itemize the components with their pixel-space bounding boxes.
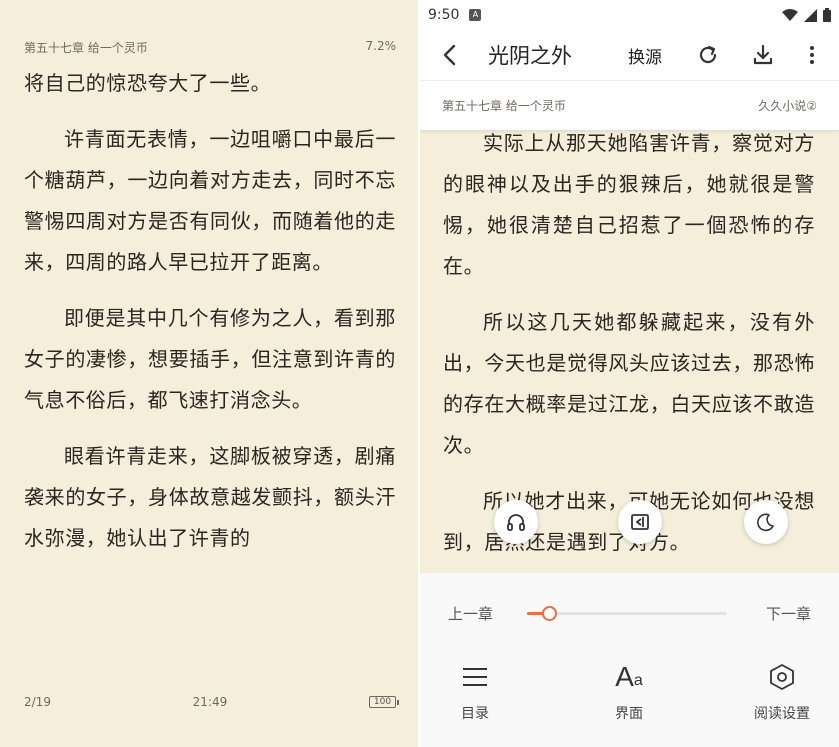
signal-icon [804, 8, 817, 22]
auto-page-icon [631, 514, 649, 530]
left-header: 第五十七章 给一个灵币 7.2% [24, 39, 396, 56]
chapter-text: 实际上从那天她陷害许青，察觉对方的眼神以及出手的狠辣后，她就很是警惕，她很清楚自… [443, 123, 815, 563]
paragraph: 将自己的惊恐夸大了一些。 [24, 71, 272, 95]
chapter-progress-slider[interactable] [527, 606, 727, 621]
bottom-menu: 目录 Aa 界面 阅读设置 [420, 659, 839, 729]
slider-thumb[interactable] [542, 606, 557, 621]
wifi-icon [782, 8, 798, 21]
battery-icon [823, 8, 831, 22]
night-mode-button[interactable] [744, 500, 788, 544]
interface-label: 界面 [615, 706, 643, 722]
moon-icon [757, 513, 774, 532]
paragraph: 所以这几天她都躲藏起来，没有外出，今天也是觉得风头应该过去，那恐怖的存在大概率是… [443, 310, 815, 457]
next-chapter-button[interactable]: 下一章 [766, 603, 811, 624]
paragraph: 眼看许青走来，这脚板被穿透，剧痛袭来的女子，身体故意越发颤抖，额头汗水弥漫，她认… [24, 444, 396, 550]
chapter-title: 第五十七章 给一个灵币 [442, 99, 566, 113]
interface-button[interactable]: Aa 界面 [584, 659, 674, 723]
book-title: 光阴之外 [488, 44, 572, 68]
refresh-icon[interactable] [695, 42, 721, 68]
source-name[interactable]: 久久小说② [758, 97, 817, 114]
page-indicator: 2/19 [24, 695, 51, 709]
clock: 21:49 [192, 695, 228, 709]
right-reader-page[interactable]: 实际上从那天她陷害许青，察觉对方的眼神以及出手的狠辣后，她就很是警惕，她很清楚自… [420, 0, 839, 747]
chapter-title: 第五十七章 给一个灵币 [24, 41, 148, 55]
system-icons [782, 8, 831, 22]
reading-progress: 7.2% [365, 39, 397, 53]
headphones-icon [507, 514, 525, 531]
paragraph: 实际上从那天她陷害许青，察觉对方的眼神以及出手的狠辣后，她就很是警惕，她很清楚自… [443, 131, 815, 278]
battery-icon: 100 [368, 696, 399, 708]
left-footer: 2/19 21:49 100 [24, 695, 399, 709]
chapter-subheader: 第五十七章 给一个灵币 久久小说② [420, 80, 839, 130]
left-reader-page[interactable]: 第五十七章 给一个灵币 7.2% 将自己的惊恐夸大了一些。 许青面无表情，一边咀… [0, 0, 418, 747]
menu-list-icon [463, 668, 487, 686]
app-notification-icon: A [469, 9, 482, 21]
download-icon[interactable] [750, 42, 776, 68]
catalog-button[interactable]: 目录 [430, 659, 520, 723]
auto-page-button[interactable] [618, 500, 662, 544]
change-source-button[interactable]: 换源 [628, 43, 662, 68]
prev-chapter-button[interactable]: 上一章 [448, 603, 493, 624]
settings-hexagon-icon [770, 664, 794, 690]
catalog-label: 目录 [461, 706, 489, 722]
chapter-slider-row: 上一章 下一章 [420, 601, 839, 625]
bottom-control-panel: 上一章 下一章 目录 Aa 界面 阅读设置 [420, 573, 839, 747]
paragraph: 即便是其中几个有修为之人，看到那女子的凄惨，想要插手，但注意到许青的气息不俗后，… [24, 306, 396, 412]
reading-settings-label: 阅读设置 [754, 706, 810, 722]
status-bar: 9:50 A [420, 0, 839, 30]
font-size-icon: Aa [615, 661, 643, 692]
reading-settings-button[interactable]: 阅读设置 [737, 659, 827, 723]
status-clock: 9:50 [428, 7, 460, 23]
listen-button[interactable] [494, 500, 538, 544]
back-arrow-icon[interactable] [438, 42, 464, 68]
more-vertical-icon[interactable] [799, 42, 825, 68]
chapter-text: 将自己的惊恐夸大了一些。 许青面无表情，一边咀嚼口中最后一个糖葫芦，一边向着对方… [24, 63, 396, 559]
paragraph: 许青面无表情，一边咀嚼口中最后一个糖葫芦，一边向着对方走去，同时不忘警惕四周对方… [24, 127, 396, 274]
top-toolbar: 光阴之外 换源 [420, 30, 839, 80]
